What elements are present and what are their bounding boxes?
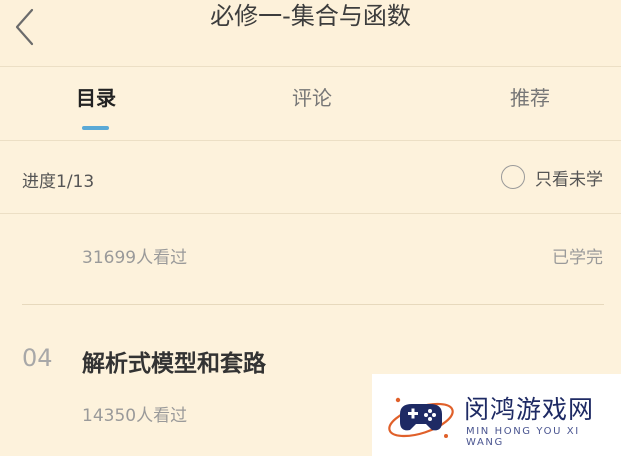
page-title: 必修一-集合与函数 bbox=[210, 2, 411, 30]
radio-icon[interactable] bbox=[501, 165, 525, 189]
status-label: 已学完 bbox=[552, 248, 603, 268]
view-count: 14350人看过 bbox=[82, 406, 188, 426]
tab-comments[interactable]: 评论 bbox=[257, 82, 367, 111]
view-count: 31699人看过 bbox=[82, 248, 188, 268]
divider bbox=[22, 304, 604, 305]
filter-label: 只看未学 bbox=[535, 169, 603, 190]
gamepad-logo-icon bbox=[388, 397, 454, 438]
lesson-title[interactable]: 解析式模型和套路 bbox=[82, 344, 266, 378]
watermark-name: 闵鸿游戏网 bbox=[464, 395, 595, 424]
lesson-number: 04 bbox=[22, 344, 53, 372]
progress-label: 进度1/13 bbox=[22, 172, 95, 192]
app-header: 必修一-集合与函数 bbox=[0, 0, 621, 67]
unlearned-filter-toggle[interactable]: 只看未学 bbox=[501, 163, 603, 191]
progress-row: 进度1/13 只看未学 bbox=[0, 141, 621, 214]
tab-recommend[interactable]: 推荐 bbox=[475, 82, 585, 111]
site-watermark: 闵鸿游戏网 MIN HONG YOU XI WANG bbox=[372, 374, 621, 456]
tab-bar: 目录 评论 推荐 bbox=[0, 66, 621, 141]
active-tab-indicator bbox=[82, 126, 109, 130]
watermark-pinyin: MIN HONG YOU XI WANG bbox=[466, 426, 580, 448]
tab-catalog[interactable]: 目录 bbox=[41, 82, 151, 111]
